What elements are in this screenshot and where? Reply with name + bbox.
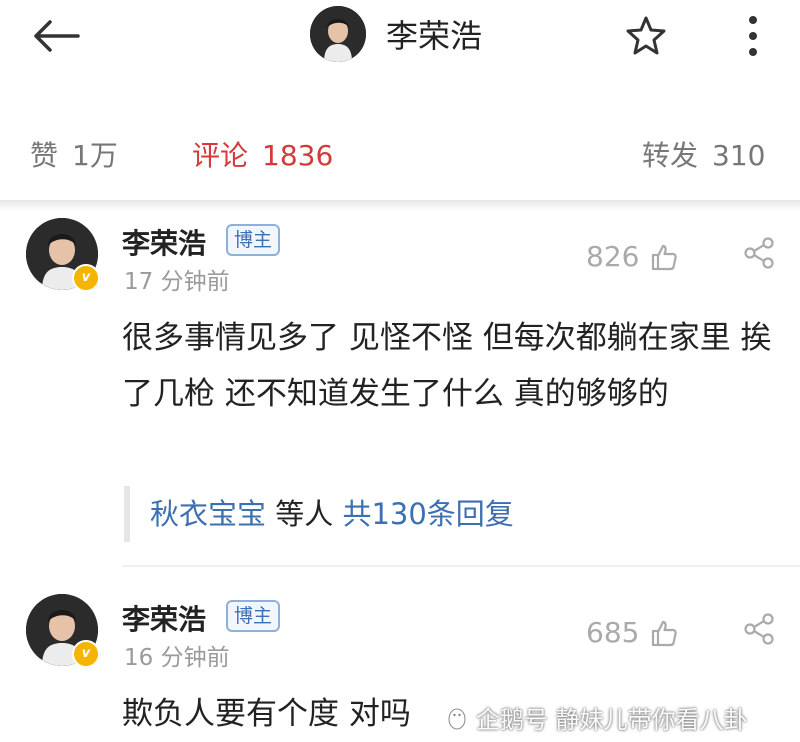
share-icon [744, 613, 774, 645]
watermark-text: 企鹅号 静妹儿带你看八卦 [476, 706, 748, 734]
comment-item: v 李荣浩 博主 17 分钟前 826 很多事情见多了 见怪不怪 但每次都躺在家… [0, 214, 800, 564]
share-icon [744, 237, 774, 269]
comment-text: 很多事情见多了 见怪不怪 但每次都躺在家里 挨了几枪 还不知道发生了什么 真的够… [122, 320, 772, 412]
replies-mid-text: 等人 [266, 497, 343, 531]
more-button[interactable] [738, 10, 768, 62]
tab-likes-label: 赞 [30, 139, 59, 172]
tab-reposts-count: 310 [712, 139, 766, 172]
tab-likes-count: 1万 [72, 139, 118, 172]
page-title: 李荣浩 [386, 17, 483, 55]
author-tag: 博主 [226, 600, 281, 632]
more-vertical-icon [749, 16, 757, 56]
comment-author[interactable]: 李荣浩 [122, 598, 206, 638]
comment-author[interactable]: 李荣浩 [122, 222, 206, 262]
like-button[interactable]: 826 [586, 240, 679, 273]
like-count: 826 [586, 240, 640, 273]
like-count: 685 [586, 616, 640, 649]
stats-tabs: 赞 1万 评论 1836 转发 310 [0, 120, 800, 190]
reply-user-link[interactable]: 秋衣宝宝 [150, 497, 266, 531]
verified-badge-icon: v [72, 264, 100, 292]
share-button[interactable] [742, 612, 776, 646]
top-bar: 李荣浩 [0, 0, 800, 92]
divider [0, 200, 800, 212]
penguin-logo-icon [448, 708, 466, 729]
thumbs-up-icon [652, 620, 678, 646]
watermark: 企鹅号 静妹儿带你看八卦 [444, 700, 748, 735]
avatar [310, 6, 366, 62]
tab-comments-count: 1836 [262, 139, 334, 172]
tab-reposts[interactable]: 转发 310 [642, 134, 765, 174]
comment-divider [122, 565, 800, 567]
author-tag: 博主 [226, 224, 281, 256]
tab-likes[interactable]: 赞 1万 [30, 134, 118, 174]
tab-reposts-label: 转发 [642, 139, 699, 172]
back-button[interactable] [28, 16, 88, 56]
arrow-left-icon [34, 20, 80, 52]
like-button[interactable]: 685 [586, 616, 679, 649]
star-outline-icon [626, 16, 666, 55]
tab-comments-label: 评论 [192, 139, 249, 172]
share-button[interactable] [742, 236, 776, 270]
title-area[interactable]: 李荣浩 [310, 6, 482, 62]
replies-total-link[interactable]: 共130条回复 [342, 497, 513, 531]
tab-comments[interactable]: 评论 1836 [192, 134, 333, 174]
favorite-button[interactable] [624, 14, 668, 58]
comment-time: 16 分钟前 [124, 645, 230, 671]
verified-badge-icon: v [72, 640, 100, 668]
thumbs-up-icon [652, 244, 678, 270]
replies-preview[interactable]: 秋衣宝宝 等人 共130条回复 [124, 486, 514, 542]
comment-time: 17 分钟前 [124, 269, 230, 295]
